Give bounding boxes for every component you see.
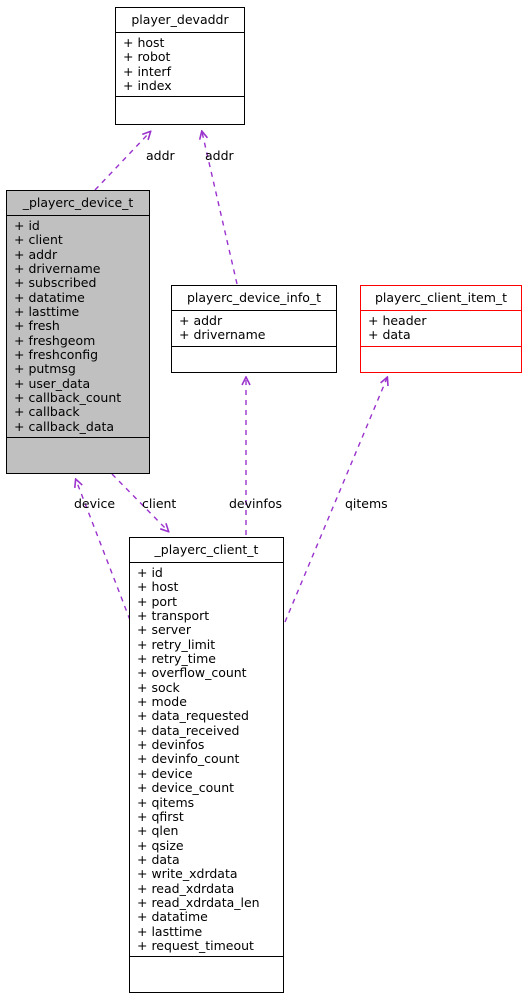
attribute-item: + write_xdrdata [137, 866, 238, 882]
attribute-item: + retry_limit [137, 636, 216, 652]
attribute-item: + data [137, 851, 180, 867]
attribute-item: + host [137, 579, 179, 595]
class-box-player-devaddr[interactable]: player_devaddr + host + robot + interf +… [115, 7, 245, 125]
attribute-item: + devinfos [137, 737, 205, 753]
edge-label-addr-deviceinfo: addr [205, 148, 234, 163]
attribute-item: + id [137, 565, 163, 580]
attribute-item: + callback [14, 404, 80, 420]
edge-addr-device [94, 132, 150, 191]
attribute-item: + retry_time [137, 651, 216, 667]
attribute-item: + qsize [137, 837, 184, 853]
attribute-item: + mode [137, 694, 187, 710]
class-title: _playerc_client_t [154, 542, 259, 557]
attribute-item: + addr [179, 313, 223, 328]
attribute-item: + device [137, 765, 193, 781]
edge-label-device: device [74, 496, 116, 511]
attribute-item: + datatime [137, 909, 208, 925]
attribute-item: + request_timeout [137, 937, 254, 953]
class-box-playerc-device-t[interactable]: _playerc_device_t + id + client + addr +… [6, 190, 150, 474]
attribute-item: + drivername [179, 327, 266, 343]
class-title: _playerc_device_t [22, 195, 134, 210]
attribute-item: + subscribed [14, 275, 97, 291]
attribute-item: + overflow_count [137, 665, 247, 681]
attribute-item: + fresh [14, 318, 60, 334]
attribute-item: + device_count [137, 780, 235, 796]
attribute-item: + port [137, 593, 178, 609]
attribute-item: + devinfo_count [137, 751, 240, 767]
class-title: player_devaddr [131, 12, 229, 27]
attribute-item: + putmsg [14, 361, 76, 377]
edge-label-addr-device: addr [146, 148, 175, 163]
attribute-item: + data_received [137, 722, 240, 738]
class-title: playerc_device_info_t [186, 290, 322, 305]
edge-label-qitems: qitems [345, 496, 388, 511]
class-box-playerc-client-item-t[interactable]: playerc_client_item_t + header + data [360, 285, 522, 373]
edge-label-client: client [142, 496, 177, 511]
class-title: playerc_client_item_t [374, 290, 508, 305]
attribute-list: + addr + drivername [172, 311, 336, 346]
attribute-list: + header + data [361, 311, 521, 346]
attribute-list: + id + client + addr + drivername + subs… [7, 216, 149, 437]
operation-list [172, 347, 336, 372]
attribute-item: + addr [14, 246, 58, 262]
operation-list [7, 438, 149, 473]
attribute-item: + freshgeom [14, 332, 96, 348]
operation-list [361, 347, 521, 372]
attribute-item: + callback_data [14, 418, 115, 434]
edge-label-devinfos: devinfos [229, 496, 282, 511]
attribute-item: + datatime [14, 289, 85, 305]
attribute-item: + sock [137, 679, 180, 695]
attribute-item: + freshconfig [14, 347, 99, 363]
attribute-item: + user_data [14, 375, 91, 391]
attribute-item: + data [368, 327, 411, 343]
attribute-item: + read_xdrdata_len [137, 894, 260, 910]
attribute-item: + transport [137, 608, 210, 624]
operation-list [130, 957, 283, 992]
attribute-item: + lasttime [14, 304, 80, 320]
attribute-item: + client [14, 232, 63, 248]
attribute-item: + server [137, 622, 192, 638]
attribute-list: + host + robot + interf + index [116, 33, 244, 96]
attribute-item: + read_xdrdata [137, 880, 235, 896]
attribute-item: + host [123, 35, 165, 50]
operation-list [116, 97, 244, 124]
attribute-item: + index [123, 78, 172, 94]
uml-class-diagram: player_devaddr + host + robot + interf +… [0, 0, 528, 1000]
attribute-item: + drivername [14, 261, 101, 277]
attribute-item: + robot [123, 49, 171, 65]
attribute-item: + qlen [137, 823, 179, 839]
attribute-item: + id [14, 218, 40, 233]
attribute-item: + interf [123, 63, 171, 79]
attribute-item: + callback_count [14, 390, 122, 406]
class-box-playerc-client-t[interactable]: _playerc_client_t + id + host + port + t… [129, 537, 284, 993]
attribute-item: + data_requested [137, 708, 249, 724]
class-box-playerc-device-info-t[interactable]: playerc_device_info_t + addr + drivernam… [171, 285, 337, 373]
attribute-item: + lasttime [137, 923, 203, 939]
attribute-item: + header [368, 313, 427, 328]
attribute-item: + qitems [137, 794, 195, 810]
attribute-list: + id + host + port + transport + server … [130, 563, 283, 956]
attribute-item: + qfirst [137, 808, 184, 824]
